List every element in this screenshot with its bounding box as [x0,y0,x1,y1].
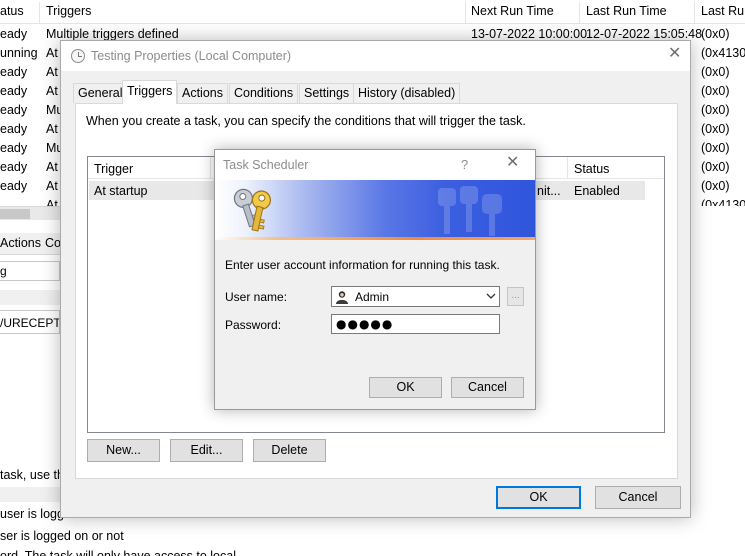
task-status: eady [0,65,28,79]
task-trigger: At [46,65,58,79]
task-trigger: Multiple triggers defined [46,27,179,41]
task-last-run: 12-07-2022 15:05:48 [586,27,703,41]
scrollbar-thumb[interactable] [0,209,30,219]
column-triggers[interactable]: Triggers [46,4,91,18]
column-separator [210,157,211,179]
edit-trigger-button[interactable]: Edit... [170,439,243,462]
tab-settings[interactable]: Settings [299,83,355,103]
user-credentials-dialog: Task Scheduler ? ✕ Enter user account in… [214,149,536,410]
tab-conditions[interactable]: Conditions [229,83,299,103]
properties-titlebar[interactable]: Testing Properties (Local Computer) ✕ [61,41,690,71]
trigger-status: Enabled [574,184,620,198]
task-trigger: At [46,160,58,174]
keys-watermark-icon [438,186,502,236]
close-icon[interactable]: ✕ [668,46,681,62]
separator-strip [0,290,60,305]
dialog-title: Task Scheduler [223,158,309,172]
trigger-name: At startup [94,184,148,198]
run-whether-logged-on-option[interactable]: ser is logged on or not [0,529,124,543]
task-trigger: At [46,84,58,98]
column-status[interactable]: atus [0,4,24,18]
clock-icon [71,49,85,63]
task-status: eady [0,141,28,155]
credentials-cancel-button[interactable]: Cancel [451,377,524,398]
dialog-title: Testing Properties (Local Computer) [91,49,292,63]
task-status: eady [0,84,28,98]
username-label: User name: [225,290,288,304]
column-separator [567,157,568,179]
delete-trigger-button[interactable]: Delete [253,439,326,462]
task-status: eady [0,122,28,136]
task-last-result: (0x0) [701,141,730,155]
cancel-button[interactable]: Cancel [595,486,681,509]
task-next-run: 13-07-2022 10:00:00 [471,27,588,41]
column-last-run-result[interactable]: Last Run [701,4,745,18]
task-last-result: (0x0) [701,65,730,79]
password-label: Password: [225,318,282,332]
triggers-intro-text: When you create a task, you can specify … [86,114,526,128]
credentials-ok-button[interactable]: OK [369,377,442,398]
task-trigger: At [46,122,58,136]
task-last-result: (0x0) [701,122,730,136]
detail-tab-row: Actions Co [0,233,61,255]
column-separator [465,2,466,23]
task-last-result: (0x0) [701,103,730,117]
new-trigger-button[interactable]: New... [87,439,160,462]
credentials-prompt: Enter user account information for runni… [225,258,500,272]
column-separator [579,2,580,23]
tab-conditions[interactable]: Co [45,236,61,250]
task-status: eady [0,160,28,174]
tab-history[interactable]: History (disabled) [353,83,461,103]
task-status: eady [0,179,28,193]
column-last-run-time[interactable]: Last Run Time [586,4,667,18]
banner-image [215,180,535,240]
task-status: eady [0,27,28,41]
password-field[interactable]: ●●●●● [331,314,500,334]
task-last-result: (0x41303 [701,198,745,206]
column-trigger[interactable]: Trigger [94,162,133,176]
task-status: unning [0,46,38,60]
username-combobox[interactable]: Admin [331,286,500,307]
task-trigger: At [46,179,58,193]
keys-icon [233,188,272,232]
close-icon[interactable]: ✕ [506,155,519,171]
ok-button[interactable]: OK [496,486,581,509]
task-last-result: (0x0) [701,84,730,98]
run-when-logged-on-option[interactable]: user is logg [0,507,64,521]
task-list-header: atus Triggers Next Run Time Last Run Tim… [0,0,745,24]
separator-strip [0,487,60,502]
do-not-store-password-text: ord. The task will only have access to l… [0,549,236,556]
task-last-result: (0x0) [701,160,730,174]
column-separator [39,2,40,23]
banner-accent-stripe [215,237,535,240]
browse-users-button[interactable]: ... [507,287,524,306]
column-status[interactable]: Status [574,162,609,176]
user-icon [336,291,348,304]
task-last-result: (0x0) [701,179,730,193]
trigger-details: nit... [537,184,561,198]
column-separator [694,2,695,23]
tab-actions[interactable]: Actions [0,236,41,250]
task-last-result: (0x41301 [701,46,745,60]
task-status: eady [0,103,28,117]
task-name-field[interactable]: g [0,261,60,281]
task-trigger: At [46,46,58,60]
username-value: Admin [355,290,390,304]
chevron-down-icon[interactable] [485,290,497,302]
task-last-result: (0x0) [701,27,730,41]
tab-general[interactable]: General [73,83,128,103]
help-icon[interactable]: ? [461,157,468,172]
credentials-titlebar[interactable]: Task Scheduler ? ✕ [215,150,535,180]
security-options-text: task, use th [0,468,64,482]
horizontal-scrollbar[interactable] [0,206,60,220]
tab-actions[interactable]: Actions [177,83,228,103]
column-next-run-time[interactable]: Next Run Time [471,4,554,18]
location-field[interactable]: /URECEPTIC [0,310,60,334]
task-trigger: At [46,198,58,206]
tab-triggers[interactable]: Triggers [122,80,178,104]
